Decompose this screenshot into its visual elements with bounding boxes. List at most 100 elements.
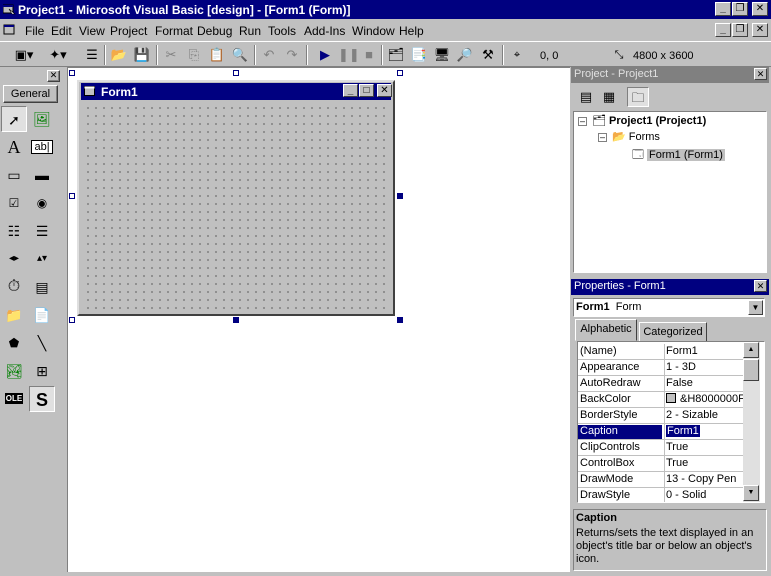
scroll-thumb[interactable] [743,359,759,381]
form-layout-icon[interactable]: 🖥 [433,46,451,64]
toolbox-general-tab[interactable]: General [3,85,58,103]
shape-tool-icon[interactable]: ⬟ [1,330,27,356]
checkbox-tool-icon[interactable]: ☑ [1,190,27,216]
property-row[interactable]: AutoRedraw False [578,376,747,392]
textbox-tool-icon[interactable]: ab| [29,134,55,160]
listbox-tool-icon[interactable]: ☰ [29,218,55,244]
scroll-down-icon[interactable]: ▼ [743,485,759,501]
view-object-icon[interactable]: ▦ [598,87,620,107]
hscrollbar-tool-icon[interactable]: ◂▸ [1,246,27,272]
resize-handle-right[interactable] [397,193,403,199]
open-folder-icon[interactable]: 📂 [110,46,128,64]
menu-add-ins[interactable]: Add-Ins [304,24,345,38]
properties-title-bar[interactable]: Properties - Form1 ✕ [571,279,769,295]
add-form-icon[interactable]: ✦▾ [43,46,73,64]
menu-tools[interactable]: Tools [268,24,296,38]
commandbutton-tool-icon[interactable]: ▬ [29,162,55,188]
vscrollbar-tool-icon[interactable]: ▴▾ [29,246,55,272]
timer-tool-icon[interactable]: ⏱ [1,274,27,300]
properties-window-icon[interactable]: 📑 [410,46,428,64]
toolbox-close-icon[interactable]: ✕ [47,70,60,82]
picturebox-tool-icon[interactable]: 🖼 [29,106,55,132]
property-grid-scrollbar[interactable]: ▲ ▼ [743,342,760,502]
collapse-project-icon[interactable]: – [578,117,587,126]
property-row[interactable]: (Name) Form1 [578,344,747,360]
property-row[interactable]: Appearance 1 - 3D [578,360,747,376]
filelistbox-tool-icon[interactable]: 📄 [29,302,55,328]
property-row[interactable]: BackColor &H8000000F [578,392,747,408]
menu-editor-icon[interactable]: ☰ [83,46,101,64]
find-icon[interactable]: 🔍 [231,46,249,64]
pointer-tool-icon[interactable]: ➚ [1,106,27,132]
menu-run[interactable]: Run [239,24,261,38]
menu-debug[interactable]: Debug [197,24,232,38]
object-browser-icon[interactable]: 🔎 [456,46,474,64]
tree-forms-node[interactable]: 📂 Forms [612,130,660,143]
combobox-tool-icon[interactable]: ☷ [1,218,27,244]
dirlistbox-tool-icon[interactable]: 📁 [1,302,27,328]
scroll-up-icon[interactable]: ▲ [743,342,759,358]
end-icon[interactable]: ■ [360,46,378,64]
add-project-icon[interactable]: ▣▾ [11,46,37,64]
save-icon[interactable]: 💾 [133,46,151,64]
minimize-button[interactable]: _ [715,2,731,16]
menu-file[interactable]: File [25,24,44,38]
tab-categorized[interactable]: Categorized [639,322,707,342]
description-text: Returns/sets the text displayed in an ob… [576,527,754,565]
optionbutton-tool-icon[interactable]: ◉ [29,190,55,216]
menu-bar: File Edit View Project Format Debug Run … [0,20,771,40]
properties-close-icon[interactable]: ✕ [754,280,767,292]
collapse-forms-icon[interactable]: – [598,133,607,142]
menu-edit[interactable]: Edit [51,24,72,38]
project-explorer-title-bar[interactable]: Project - Project1 ✕ [571,67,769,83]
redo-icon[interactable]: ↷ [283,46,301,64]
property-row[interactable]: BorderStyle 2 - Sizable [578,408,747,424]
view-code-icon[interactable]: ▤ [575,87,597,107]
resize-handle-bottom-right[interactable] [397,317,403,323]
image-tool-icon[interactable]: 🏞 [1,358,27,384]
form1-window[interactable]: Form1 _ □ ✕ [77,80,395,316]
custom-control-icon[interactable]: S [29,386,55,412]
property-row[interactable]: ControlBox True [578,456,747,472]
chevron-down-icon[interactable]: ▼ [748,300,763,315]
cut-icon[interactable]: ✂ [162,46,180,64]
title-bar[interactable]: Project1 - Microsoft Visual Basic [desig… [0,0,771,19]
toggle-folders-icon[interactable]: 🗀 [627,87,649,107]
data-tool-icon[interactable]: ⊞ [29,358,55,384]
ole-tool-icon[interactable]: OLE [1,386,27,412]
resize-handle-bottom[interactable] [233,317,239,323]
toolbox-icon[interactable]: ⚒ [479,46,497,64]
menu-window[interactable]: Window [352,24,395,38]
object-selector[interactable]: Form1 Form ▼ [573,298,765,317]
close-button[interactable]: ✕ [752,2,768,16]
menu-view[interactable]: View [79,24,105,38]
break-icon[interactable]: ❚❚ [338,46,360,64]
menu-project[interactable]: Project [110,24,147,38]
project-explorer-icon[interactable]: 🗂 [387,46,405,64]
menu-help[interactable]: Help [399,24,424,38]
property-row[interactable]: DrawStyle 0 - Solid [578,488,747,502]
restore-button[interactable]: ❐ [732,2,748,16]
form-dot-grid[interactable] [81,101,391,312]
start-icon[interactable]: ▶ [316,46,334,64]
drivelistbox-tool-icon[interactable]: ▤ [29,274,55,300]
property-row-selected[interactable]: Caption Form1 [578,424,747,440]
caption-value-editor[interactable]: Form1 [666,425,700,437]
undo-icon[interactable]: ↶ [260,46,278,64]
menu-format[interactable]: Format [155,24,193,38]
mdi-minimize-button[interactable]: _ [715,23,731,37]
mdi-restore-button[interactable]: ❐ [732,23,748,37]
form-node-icon: 🗔 [632,149,644,161]
mdi-close-button[interactable]: ✕ [752,23,768,37]
tree-form1-node[interactable]: 🗔 Form1 (Form1) [632,146,725,165]
frame-tool-icon[interactable]: ▭ [1,162,27,188]
tab-alphabetic[interactable]: Alphabetic [575,319,637,341]
property-row[interactable]: ClipControls True [578,440,747,456]
tree-project-node[interactable]: 🗂 Project1 (Project1) [592,114,706,127]
project-explorer-close-icon[interactable]: ✕ [754,68,767,80]
copy-icon[interactable]: ⎘ [185,46,203,64]
property-row[interactable]: DrawMode 13 - Copy Pen [578,472,747,488]
paste-icon[interactable]: 📋 [208,46,226,64]
label-tool-icon[interactable]: A [1,134,27,160]
line-tool-icon[interactable]: ╲ [29,330,55,356]
